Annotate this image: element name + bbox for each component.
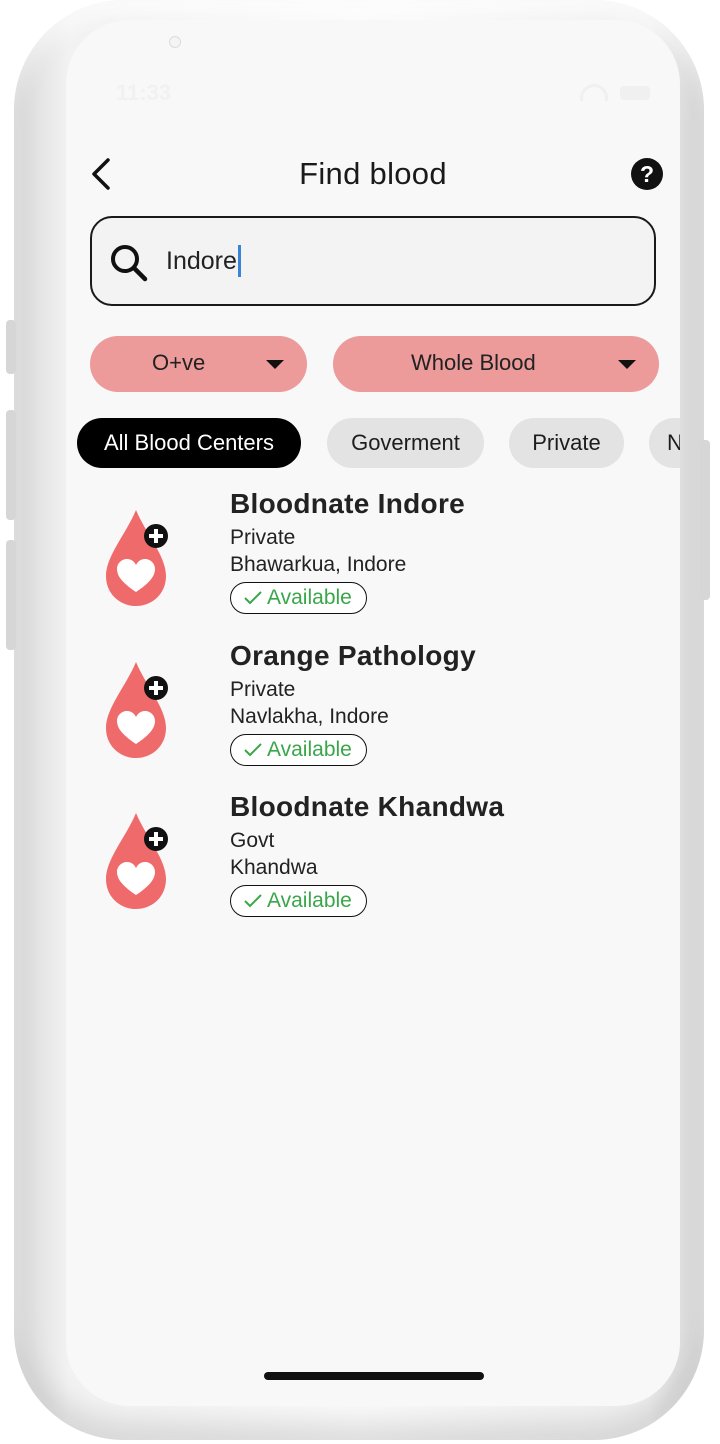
chip-label: Goverment	[351, 430, 460, 455]
chip-label: All Blood Centers	[104, 430, 274, 455]
text-caret	[237, 245, 241, 277]
center-type: Private	[230, 526, 296, 549]
side-button-volume-up	[6, 410, 16, 520]
search-field[interactable]: Indore	[90, 216, 656, 306]
center-name: Bloodnate Khandwa	[230, 791, 505, 822]
status-text: Available	[267, 738, 352, 761]
side-button-power	[700, 440, 710, 600]
component-dropdown[interactable]: Whole Blood	[333, 336, 659, 392]
search-input-value: Indore	[166, 246, 237, 275]
check-icon	[244, 894, 262, 908]
wifi-icon	[580, 84, 608, 101]
chip-goverment[interactable]: Goverment	[327, 418, 484, 468]
app-header: Find blood ?	[66, 150, 680, 200]
chip-all-blood-centers[interactable]: All Blood Centers	[77, 418, 301, 468]
chip-private[interactable]: Private	[509, 418, 624, 468]
check-icon	[244, 743, 262, 757]
search-input[interactable]: Indore	[166, 238, 626, 284]
category-chips: All Blood Centers Goverment Private N	[66, 418, 680, 470]
chip-label: N	[667, 430, 680, 455]
caret-down-icon	[618, 360, 636, 369]
question-circle-icon: ?	[639, 161, 655, 187]
status-badge: Available	[230, 885, 367, 917]
center-location: Khandwa	[230, 856, 318, 879]
chip-n[interactable]: N	[649, 418, 680, 468]
caret-down-icon	[266, 360, 284, 369]
phone-frame: 11:33 Find blood ? Indore O+ve Whole Blo…	[6, 0, 710, 1440]
list-item[interactable]: Bloodnate Indore Private Bhawarkua, Indo…	[66, 486, 680, 626]
camera-icon	[169, 36, 181, 48]
center-type: Govt	[230, 829, 275, 852]
center-type: Private	[230, 678, 296, 701]
status-text: Available	[267, 586, 352, 609]
status-time: 11:33	[116, 80, 172, 105]
chip-label: Private	[532, 430, 601, 455]
battery-icon	[620, 85, 650, 100]
status-badge: Available	[230, 734, 367, 766]
page-title: Find blood	[299, 156, 447, 191]
list-item[interactable]: Orange Pathology Private Navlakha, Indor…	[66, 638, 680, 778]
help-button[interactable]: ?	[631, 158, 663, 190]
component-value: Whole Blood	[411, 350, 536, 375]
search-icon	[111, 245, 148, 282]
blood-group-value: O+ve	[152, 350, 206, 375]
center-location: Navlakha, Indore	[230, 705, 389, 728]
list-item[interactable]: Bloodnate Khandwa Govt Khandwa Available	[66, 789, 680, 929]
blood-drop-icon	[106, 813, 168, 909]
center-name: Bloodnate Indore	[230, 488, 466, 519]
blood-drop-icon	[106, 662, 168, 758]
center-location: Bhawarkua, Indore	[230, 553, 407, 576]
check-icon	[244, 591, 262, 605]
status-icons	[580, 84, 650, 101]
status-bar: 11:33	[66, 78, 680, 108]
app-screen: 11:33 Find blood ? Indore O+ve Whole Blo…	[66, 20, 680, 1406]
center-name: Orange Pathology	[230, 640, 476, 671]
home-indicator[interactable]	[264, 1372, 484, 1380]
blood-group-dropdown[interactable]: O+ve	[90, 336, 307, 392]
status-badge: Available	[230, 582, 367, 614]
blood-drop-icon	[106, 510, 168, 606]
side-button-mute	[6, 320, 16, 374]
status-text: Available	[267, 889, 352, 912]
side-button-volume-down	[6, 540, 16, 650]
